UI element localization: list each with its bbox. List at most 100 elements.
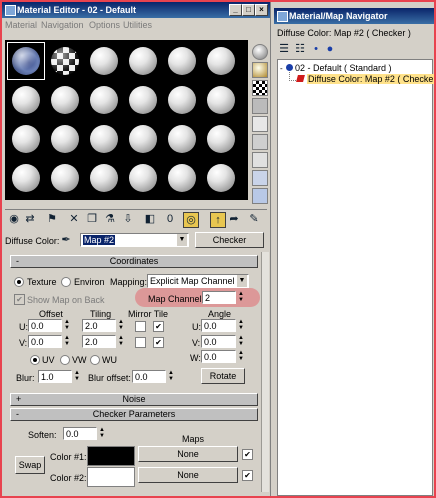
sample-slot[interactable] [86, 160, 122, 196]
v-tile-checkbox[interactable]: ✔ [153, 337, 164, 348]
swap-button[interactable]: Swap [15, 456, 45, 474]
map-channel-spinner[interactable]: ▲ ▼ [237, 291, 245, 305]
assign-material-icon[interactable]: ⚑ [45, 212, 59, 226]
sample-slot[interactable] [8, 160, 44, 196]
blur-offset-input[interactable]: 0.0 [132, 370, 166, 383]
color1-swatch[interactable] [87, 446, 135, 466]
show-end-result-icon[interactable]: ◎ [183, 212, 199, 228]
tree-expander[interactable]: - [280, 64, 283, 73]
eyedropper-icon[interactable]: ✒ [59, 233, 73, 247]
w-angle-input[interactable]: 0.0 [201, 350, 236, 363]
show-map-icon[interactable]: 0 [163, 212, 177, 226]
sample-slot[interactable] [47, 82, 83, 118]
blur-offset-spinner[interactable]: ▲ ▼ [167, 370, 175, 384]
vw-radio[interactable] [60, 355, 70, 365]
menu-material[interactable]: Material [5, 20, 37, 30]
view-list-icon[interactable]: ☰ [277, 42, 291, 56]
wu-radio[interactable] [90, 355, 100, 365]
uv-radio[interactable] [30, 355, 40, 365]
v-tiling-input[interactable]: 2.0 [82, 335, 116, 348]
sample-slot[interactable] [203, 160, 239, 196]
map-name-dropdown[interactable]: Map #2 ▼ [80, 233, 189, 247]
u-tiling-spinner[interactable]: ▲ ▼ [117, 319, 125, 333]
mapping-dropdown[interactable]: Explicit Map Channel ▼ [147, 274, 249, 288]
sample-slot[interactable] [86, 82, 122, 118]
reset-map-icon[interactable]: ✕ [67, 212, 81, 226]
sample-slot[interactable] [86, 43, 122, 79]
material-effects-icon[interactable]: ◧ [143, 212, 157, 226]
menu-utilities[interactable]: Utilities [123, 20, 152, 30]
v-mirror-checkbox[interactable] [135, 337, 146, 348]
texture-radio[interactable] [14, 277, 24, 287]
sample-slot[interactable] [125, 43, 161, 79]
color1-map-button[interactable]: None [138, 446, 238, 462]
menu-options[interactable]: Options [89, 20, 120, 30]
make-preview-icon[interactable] [252, 134, 268, 150]
sample-slot[interactable] [8, 121, 44, 157]
coordinates-rollout-header[interactable]: - Coordinates [10, 255, 258, 268]
go-to-parent-icon[interactable]: ↑ [210, 212, 226, 228]
soften-input[interactable]: 0.0 [63, 427, 97, 440]
map-channel-input[interactable]: 2 [202, 291, 236, 304]
u-offset-input[interactable]: 0.0 [28, 319, 62, 332]
minimize-button[interactable]: _ [229, 4, 242, 16]
view-large-icons-icon[interactable]: ● [323, 42, 337, 56]
view-small-icons-icon[interactable]: • [309, 42, 323, 56]
sample-slot[interactable] [203, 121, 239, 157]
backlight-icon[interactable] [252, 62, 268, 78]
v-angle-spinner[interactable]: ▲ ▼ [237, 335, 245, 349]
sample-slot[interactable] [164, 160, 200, 196]
map-type-button[interactable]: Checker [195, 232, 264, 248]
material-map-navigator-icon[interactable] [252, 188, 268, 204]
v-tiling-spinner[interactable]: ▲ ▼ [117, 335, 125, 349]
noise-rollout-header[interactable]: + Noise [10, 393, 258, 406]
u-tile-checkbox[interactable]: ✔ [153, 321, 164, 332]
sample-slot[interactable] [86, 121, 122, 157]
v-angle-input[interactable]: 0.0 [201, 335, 236, 348]
blur-spinner[interactable]: ▲ ▼ [73, 370, 81, 384]
sample-slot[interactable] [164, 82, 200, 118]
u-tiling-input[interactable]: 2.0 [82, 319, 116, 332]
v-offset-spinner[interactable]: ▲ ▼ [63, 335, 71, 349]
sample-slot[interactable] [125, 82, 161, 118]
put-to-library-icon[interactable]: ⇩ [121, 212, 135, 226]
u-angle-spinner[interactable]: ▲ ▼ [237, 319, 245, 333]
sample-type-sphere-icon[interactable] [252, 44, 268, 60]
editor-scrollbar[interactable] [261, 252, 269, 492]
sample-slot[interactable] [164, 121, 200, 157]
sample-slot[interactable] [47, 121, 83, 157]
blur-input[interactable]: 1.0 [38, 370, 72, 383]
make-copy-icon[interactable]: ❐ [85, 212, 99, 226]
tree-root-item[interactable]: 02 - Default ( Standard ) [295, 63, 392, 73]
view-list-icons-icon[interactable]: ☷ [293, 42, 307, 56]
navigator-title-bar[interactable]: Material/Map Navigator [274, 8, 434, 24]
sample-slot[interactable] [7, 42, 45, 80]
sample-slot[interactable] [125, 160, 161, 196]
sample-slot[interactable] [8, 82, 44, 118]
color2-map-checkbox[interactable]: ✔ [242, 470, 253, 481]
pick-material-icon[interactable]: ✎ [247, 212, 261, 226]
rotate-button[interactable]: Rotate [201, 368, 245, 384]
options-icon[interactable] [252, 152, 268, 168]
environ-radio[interactable] [61, 277, 71, 287]
sample-slot[interactable] [47, 160, 83, 196]
material-editor-title-bar[interactable]: Material Editor - 02 - Default _ □ × [2, 2, 270, 18]
sample-slot[interactable] [47, 43, 83, 79]
u-offset-spinner[interactable]: ▲ ▼ [63, 319, 71, 333]
show-map-on-back-checkbox[interactable]: ✔ [14, 294, 25, 305]
tree-child-item[interactable]: Diffuse Color: Map #2 ( Checker ) [307, 74, 436, 84]
color2-map-button[interactable]: None [138, 467, 238, 483]
sample-uv-tiling-icon[interactable] [252, 98, 268, 114]
sample-slot[interactable] [203, 43, 239, 79]
w-angle-spinner[interactable]: ▲ ▼ [237, 350, 245, 364]
color2-swatch[interactable] [87, 467, 135, 487]
go-forward-sibling-icon[interactable]: ➦ [227, 212, 241, 226]
checker-parameters-rollout-header[interactable]: - Checker Parameters [10, 408, 258, 421]
u-mirror-checkbox[interactable] [135, 321, 146, 332]
close-button[interactable]: × [255, 4, 268, 16]
get-material-icon[interactable]: ◉ [7, 212, 21, 226]
sample-slot[interactable] [164, 43, 200, 79]
make-unique-icon[interactable]: ⚗ [103, 212, 117, 226]
background-checker-icon[interactable] [252, 80, 268, 96]
put-material-icon[interactable]: ⇄ [23, 212, 37, 226]
